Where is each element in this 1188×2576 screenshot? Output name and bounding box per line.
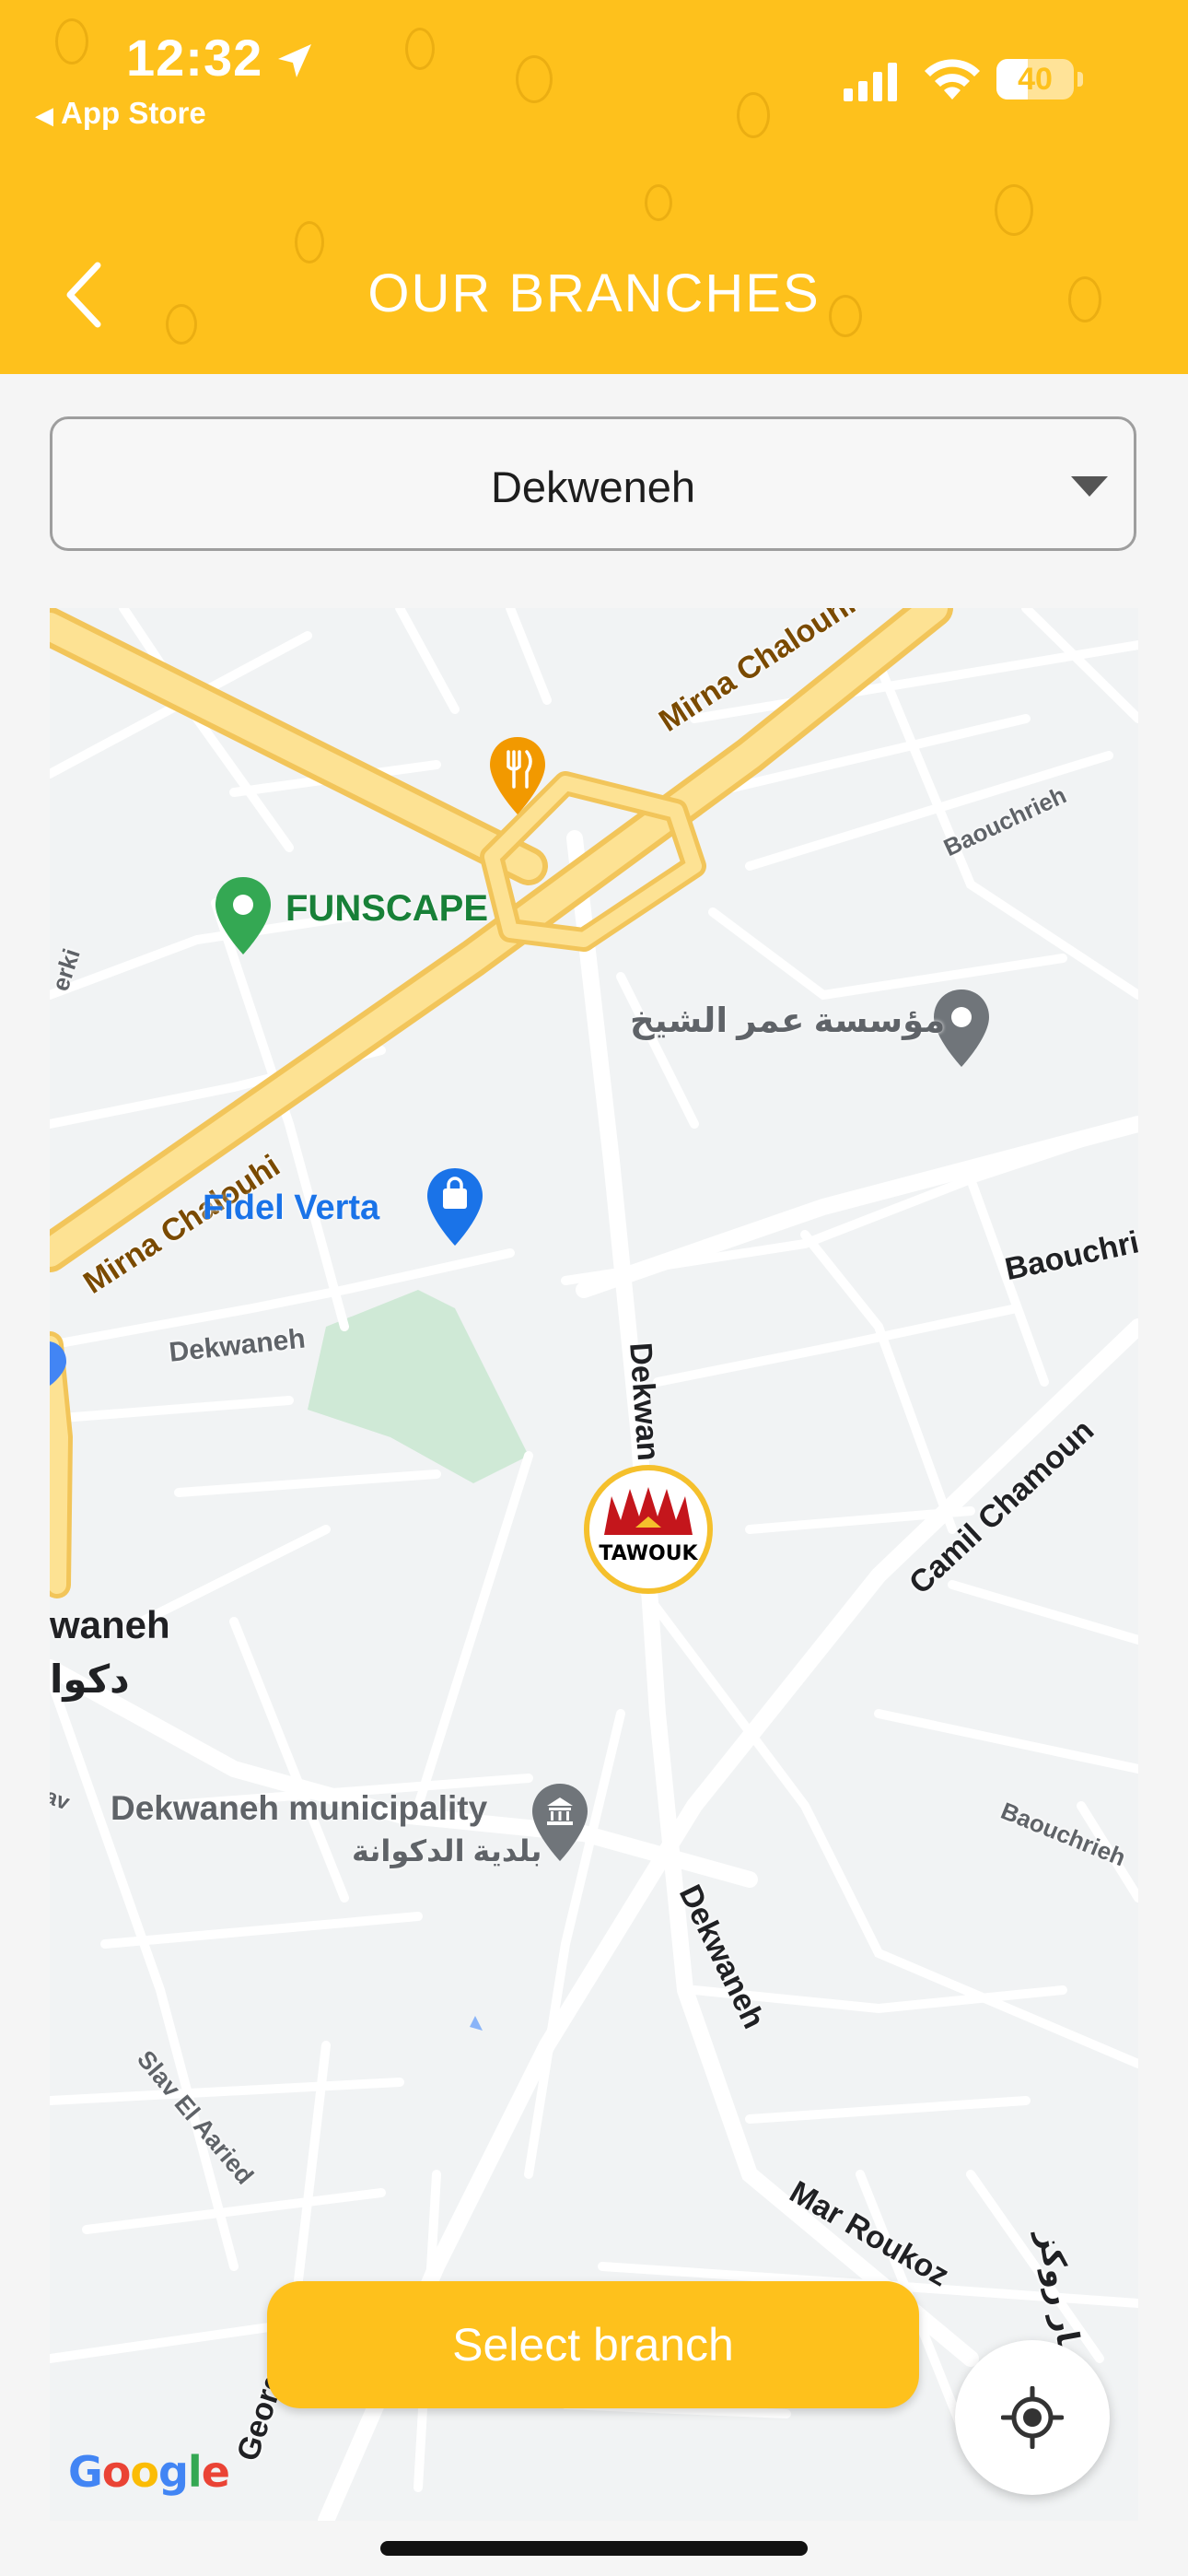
branch-map[interactable]: Mirna Chalouhi Mirna Chalouhi Baouchrieh… [50,608,1138,2521]
poi-label-funscape[interactable]: FUNSCAPE [285,888,488,930]
cellular-signal-icon [844,63,897,101]
shopping-bag-pin-icon[interactable] [425,1166,484,1249]
poi-label-municipality-arabic[interactable]: بلدية الدكوانة [352,1833,542,1868]
battery-icon: 40 [996,59,1074,100]
wifi-icon [925,59,980,100]
home-indicator [380,2541,808,2556]
battery-level: 40 [1018,62,1053,97]
place-pin-icon[interactable] [50,1341,66,1388]
back-app-label: App Store [61,96,206,130]
poi-label-fidel-verta[interactable]: Fidel Verta [203,1188,379,1228]
branch-logo-text: TAWOUK [599,1542,698,1565]
area-label: waneh [50,1603,170,1646]
location-arrow-icon [278,44,311,77]
tawouk-logo-icon [604,1487,693,1535]
poi-label-municipality[interactable]: Dekwaneh municipality [111,1789,487,1828]
header-pattern [737,92,770,138]
header-pattern [516,55,553,103]
header-pattern [995,184,1033,236]
battery-cap [1077,72,1083,87]
my-location-icon [1001,2386,1064,2449]
area-label-arabic: دكوا [50,1657,130,1701]
poi-label-omar-sheikh[interactable]: مؤسسة عمر الشيخ [630,1001,945,1040]
header-pattern [405,28,435,70]
header-pattern [295,221,324,263]
status-time: 12:32 [126,29,263,87]
google-attribution: Google [68,2447,230,2497]
place-pin-icon[interactable] [214,875,273,958]
app-header: 12:32 ◀ App Store 40 OUR BRANCHES [0,0,1188,374]
branch-dropdown[interactable]: Dekweneh [50,416,1136,551]
header-pattern [645,184,672,221]
branch-marker[interactable]: TAWOUK [584,1465,713,1594]
page-title: OUR BRANCHES [367,263,821,323]
fork-knife-pin-icon[interactable] [488,735,547,818]
back-to-app-store[interactable]: ◀ App Store [35,96,206,131]
back-triangle-icon: ◀ [35,101,53,129]
branch-dropdown-value: Dekweneh [490,463,696,511]
caret-down-icon [1071,476,1108,497]
my-location-button[interactable] [955,2340,1110,2495]
select-branch-button[interactable]: Select branch [267,2281,919,2408]
header-pattern [55,18,88,64]
